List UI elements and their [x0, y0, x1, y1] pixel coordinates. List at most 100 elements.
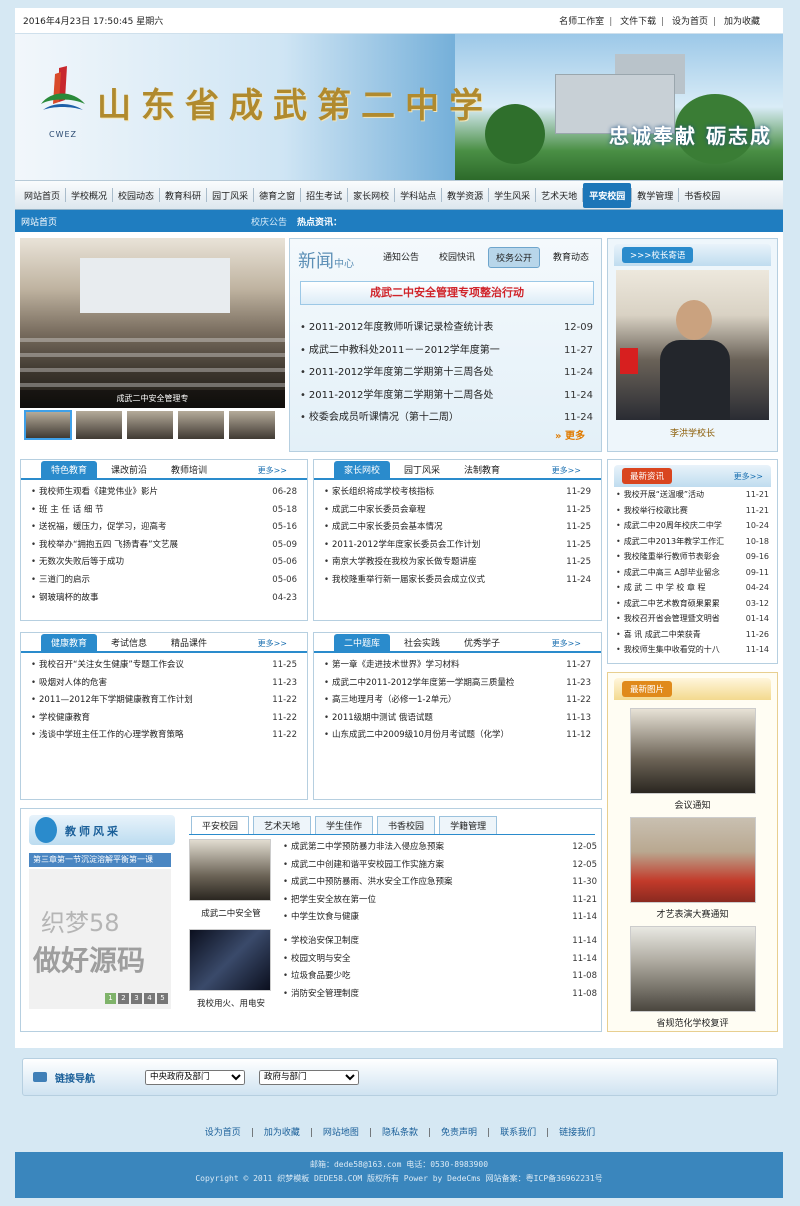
pager-button[interactable]: 1 — [105, 993, 116, 1004]
pager-button[interactable]: 4 — [144, 993, 155, 1004]
list-item[interactable]: 高三地理月考（必修一1-2单元） 11-22 — [324, 692, 591, 710]
footer-link[interactable]: 设为首页 — [195, 1128, 251, 1138]
list-item-title[interactable]: 钢玻璃杯的故事 — [31, 590, 266, 608]
list-item-title[interactable]: 成武二中预防暴雨、洪水安全工作应急预案 — [283, 874, 566, 892]
news-tab[interactable]: 校园快讯 — [432, 247, 482, 268]
latest-more-link[interactable]: 更多>> — [734, 471, 763, 482]
list-item[interactable]: 我校召开“关注女生健康”专题工作会议 11-25 — [31, 657, 297, 675]
list-item-title[interactable]: 我校师生集中收看党的十八 — [616, 642, 740, 658]
teacher-marquee[interactable]: 第三章第一节沉淀溶解平衡第一课 — [29, 853, 171, 867]
top-link-download[interactable]: 文件下载 — [615, 17, 661, 27]
photo-thumb-3[interactable] — [629, 926, 756, 1012]
box3-more-link[interactable]: 更多>> — [248, 636, 297, 651]
list-item-title[interactable]: 成武第二中学预防暴力非法入侵应急预案 — [283, 839, 566, 857]
list-item-title[interactable]: 成武二中家长委员会章程 — [324, 502, 560, 520]
safe-tab[interactable]: 书香校园 — [377, 816, 436, 834]
list-item-title[interactable]: 成武二中艺术教育硕果累累 — [616, 596, 740, 612]
list-item-title[interactable]: 我校召开省会管理暨文明省 — [616, 611, 740, 627]
safe-tab[interactable]: 平安校园 — [191, 816, 250, 834]
list-item[interactable]: 家长组织将成学校考核指标 11-29 — [324, 484, 591, 502]
list-item[interactable]: 把学生安全放在第一位 11-21 — [283, 892, 597, 910]
list-item[interactable]: 2011—2012年下学期健康教育工作计划 11-22 — [31, 692, 297, 710]
list-item[interactable]: 成 武 二 中 学 校 章 程 04-24 — [616, 580, 769, 596]
list-item-title[interactable]: 学校健康教育 — [31, 710, 266, 728]
list-item[interactable]: 我校师生集中收看党的十八 11-14 — [616, 642, 769, 658]
footer-link[interactable]: 隐私条款 — [372, 1128, 428, 1138]
slide-thumb[interactable] — [75, 410, 123, 440]
nav-item[interactable]: 德育之窗 — [254, 189, 300, 202]
pager-button[interactable]: 2 — [118, 993, 129, 1004]
list-item[interactable]: 成武二中2011-2012学年度第一学期高三质量检 11-23 — [324, 675, 591, 693]
list-item-title[interactable]: 2011级期中测试 俄语试题 — [324, 710, 560, 728]
safe-thumb-caption-1[interactable]: 成武二中安全管 — [181, 907, 281, 919]
list-item[interactable]: 学校健康教育 11-22 — [31, 710, 297, 728]
list-item[interactable]: 浅谈中学班主任工作的心理学教育策略 11-22 — [31, 727, 297, 745]
box4-tab[interactable]: 二中题库 — [334, 634, 391, 651]
slideshow[interactable]: 成武二中安全管理专 — [20, 238, 285, 452]
breadcrumb-home[interactable]: 网站首页 — [21, 215, 251, 228]
list-item[interactable]: 垃圾食品要少吃 11-08 — [283, 968, 597, 986]
photo-caption-2[interactable]: 才艺表演大赛通知 — [608, 907, 777, 920]
safe-tab[interactable]: 艺术天地 — [253, 816, 312, 834]
list-item-title[interactable]: 我校师生观看《建党伟业》影片 — [31, 484, 266, 502]
slide-thumb[interactable] — [177, 410, 225, 440]
list-item-title[interactable]: 把学生安全放在第一位 — [283, 892, 566, 910]
list-item[interactable]: 山东成武二中2009级10月份月考试题（化学） 11-12 — [324, 727, 591, 745]
list-item-title[interactable]: 消防安全管理制度 — [283, 986, 566, 1004]
link-select-gov[interactable]: 政府与部门 — [259, 1069, 359, 1085]
list-item[interactable]: 成武二中教科处2011－－2012学年度第一 11-27 — [300, 340, 593, 363]
box1-tab[interactable]: 教师培训 — [161, 461, 217, 478]
list-item[interactable]: 班 主 任 话 细 节 05-18 — [31, 502, 297, 520]
news-headline[interactable]: 成武二中安全管理专项整治行动 — [300, 281, 594, 305]
list-item-title[interactable]: 我校召开“关注女生健康”专题工作会议 — [31, 657, 266, 675]
list-item[interactable]: 成武二中高三 A部毕业留念 09-11 — [616, 565, 769, 581]
list-item[interactable]: 我校举办“拥抱五四 飞扬青春”文艺展 05-09 — [31, 537, 297, 555]
list-item[interactable]: 喜 讯 成武二中荣获青 11-26 — [616, 627, 769, 643]
list-item[interactable]: 南京大学教授在我校为家长做专题讲座 11-25 — [324, 554, 591, 572]
list-item[interactable]: 送祝福，缓压力，促学习，迎高考 05-16 — [31, 519, 297, 537]
list-item[interactable]: 无数次失败后等于成功 05-06 — [31, 554, 297, 572]
list-item-title[interactable]: 吸烟对人体的危害 — [31, 675, 266, 693]
news-tab[interactable]: 校务公开 — [488, 247, 541, 268]
list-item[interactable]: 三道门的启示 05-06 — [31, 572, 297, 590]
photo-thumb-2[interactable] — [629, 817, 756, 903]
list-item-title[interactable]: 2011-2012年度教师听课记录检查统计表 — [300, 317, 558, 340]
news-tab[interactable]: 通知公告 — [376, 247, 426, 268]
footer-link[interactable]: 联系我们 — [490, 1128, 546, 1138]
list-item-title[interactable]: 成武二中2013年教学工作汇 — [616, 534, 740, 550]
box3-tab[interactable]: 精品课件 — [161, 634, 217, 651]
slide-thumb[interactable] — [24, 410, 72, 440]
list-item[interactable]: 学校治安保卫制度 11-14 — [283, 933, 597, 951]
nav-item[interactable]: 校园动态 — [113, 189, 159, 202]
footer-link[interactable]: 链接我们 — [549, 1128, 605, 1138]
list-item[interactable]: 成武二中创建和谐平安校园工作实施方案 12-05 — [283, 857, 597, 875]
footer-link[interactable]: 加为收藏 — [254, 1128, 310, 1138]
slide-thumb[interactable] — [228, 410, 276, 440]
top-link-sethome[interactable]: 设为首页 — [667, 17, 713, 27]
list-item-title[interactable]: 成武二中2011-2012学年度第一学期高三质量检 — [324, 675, 560, 693]
list-item-title[interactable]: 校委会成员听课情况（第十二周） — [300, 407, 558, 430]
list-item-title[interactable]: 校园文明与安全 — [283, 951, 566, 969]
pager-button[interactable]: 5 — [157, 993, 168, 1004]
photo-caption-3[interactable]: 省规范化学校复评 — [608, 1016, 777, 1029]
list-item[interactable]: 我校隆重举行教师节表彰会 09-16 — [616, 549, 769, 565]
list-item-title[interactable]: 班 主 任 话 细 节 — [31, 502, 266, 520]
list-item-title[interactable]: 2011—2012年下学期健康教育工作计划 — [31, 692, 266, 710]
list-item[interactable]: 2011级期中测试 俄语试题 11-13 — [324, 710, 591, 728]
list-item-title[interactable]: 我校隆重举行新一届家长委员会成立仪式 — [324, 572, 560, 590]
list-item-title[interactable]: 2011-2012学年度家长委员会工作计划 — [324, 537, 560, 555]
list-item[interactable]: 成武二中20周年校庆二中学 10-24 — [616, 518, 769, 534]
nav-item[interactable]: 平安校园 — [583, 182, 632, 208]
footer-link[interactable]: 免责声明 — [431, 1128, 487, 1138]
list-item[interactable]: 中学生饮食与健康 11-14 — [283, 909, 597, 927]
pager-button[interactable]: 3 — [131, 993, 142, 1004]
list-item[interactable]: 校委会成员听课情况（第十二周）11-24 — [300, 407, 593, 430]
safe-thumb-caption-2[interactable]: 我校用火、用电安 — [181, 997, 281, 1009]
list-item-title[interactable]: 成武二中创建和谐平安校园工作实施方案 — [283, 857, 566, 875]
list-item[interactable]: 消防安全管理制度 11-08 — [283, 986, 597, 1004]
list-item-title[interactable]: 2011-2012学年度第二学期第十三周各处 — [300, 362, 558, 385]
box3-tab[interactable]: 健康教育 — [41, 634, 98, 651]
nav-item[interactable]: 招生考试 — [301, 189, 347, 202]
list-item[interactable]: 2011-2012学年度第二学期第十三周各处 11-24 — [300, 362, 593, 385]
nav-item[interactable]: 教学管理 — [632, 189, 678, 202]
